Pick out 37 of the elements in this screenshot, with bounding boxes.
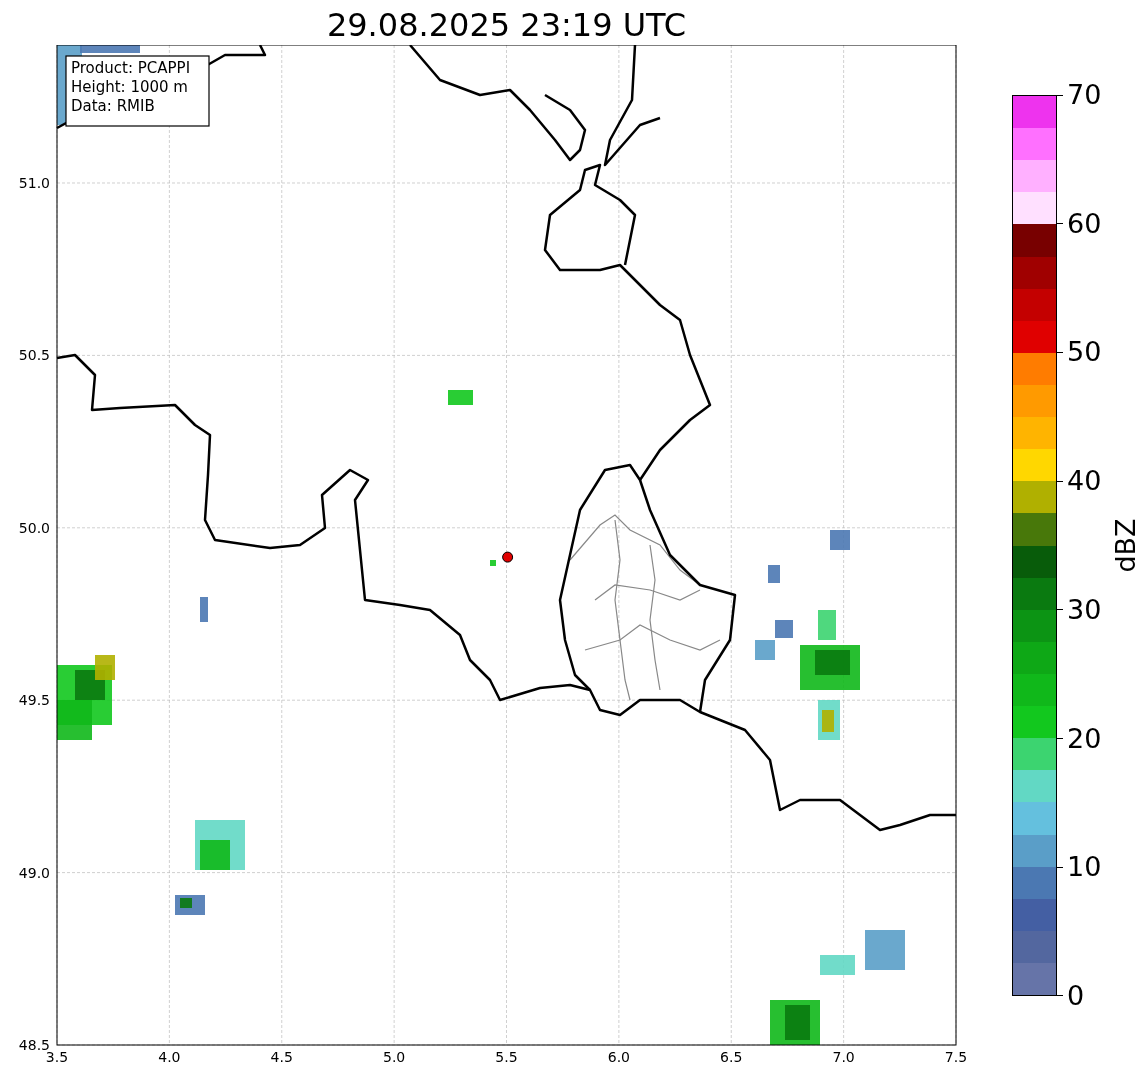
rain-echo (448, 390, 473, 405)
colorbar-tick-label: 70 (1057, 81, 1102, 109)
colorbar-label: dBZ (1109, 518, 1141, 573)
colorbar-tick-label: 50 (1057, 338, 1102, 367)
x-tick-label: 6.0 (607, 1049, 630, 1065)
x-tick-label: 7.5 (944, 1049, 968, 1065)
rain-echo (775, 620, 793, 638)
rain-echo (200, 597, 208, 622)
rain-echo (768, 565, 780, 583)
y-tick-label: 50.0 (18, 519, 50, 536)
y-tick-label: 49.5 (18, 692, 50, 709)
colorbar-tick-label: 60 (1057, 209, 1102, 238)
x-tick-label: 6.5 (720, 1049, 743, 1065)
x-tick-label: 5.5 (495, 1049, 518, 1065)
x-tick-label: 7.0 (832, 1049, 855, 1065)
info-text: Data: RMIB (71, 97, 155, 115)
colorbar-tick-label: 0 (1057, 981, 1102, 1010)
rain-echo (755, 640, 775, 660)
rain-echo (490, 560, 496, 566)
rain-echo (830, 530, 850, 550)
x-tick-label: 4.5 (270, 1049, 293, 1065)
rain-echo (865, 930, 905, 970)
x-tick-label: 5.0 (383, 1049, 406, 1065)
colorbar-tick-label: 10 (1057, 853, 1102, 882)
radar-site-marker (502, 551, 514, 563)
colorbar-tick-label: 40 (1057, 467, 1102, 496)
info-text: Product: PCAPPI (71, 59, 191, 77)
info-text: Height: 1000 m (71, 78, 188, 96)
colorbar-tick-label: 20 (1057, 724, 1102, 753)
rain-echo (818, 610, 836, 640)
chart-title: 29.08.2025 23:19 UTC (326, 5, 687, 45)
rain-echo (820, 955, 855, 975)
y-tick-label: 50.5 (18, 347, 50, 364)
y-tick-label: 51.0 (18, 175, 50, 191)
y-tick-label: 49.0 (18, 864, 50, 881)
colorbar-tick-label: 30 (1057, 595, 1102, 624)
x-tick-label: 4.0 (158, 1049, 181, 1065)
